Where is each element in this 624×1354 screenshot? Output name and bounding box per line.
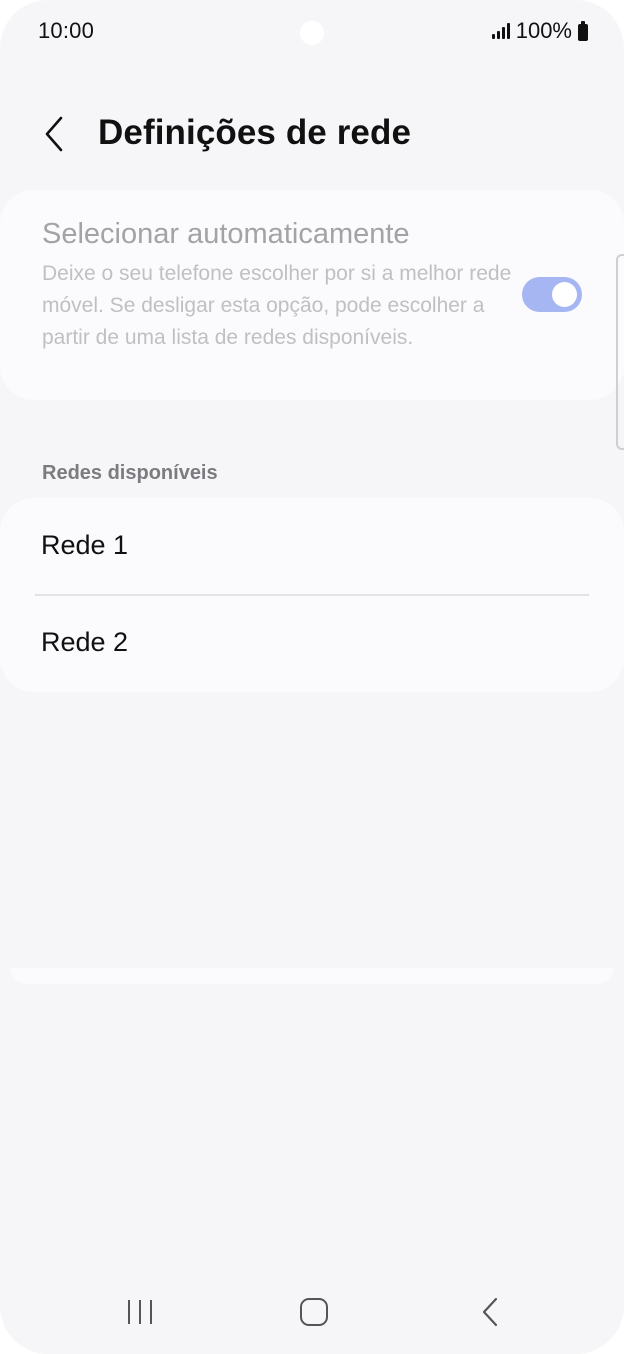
home-button[interactable] (274, 1280, 354, 1344)
phone-screen: 10:00 100% Definições de rede Selecionar… (0, 0, 624, 1354)
status-indicators: 100% (491, 18, 588, 44)
network-label: Rede 2 (41, 627, 129, 657)
status-time: 10:00 (38, 18, 95, 43)
front-camera (300, 21, 324, 45)
back-icon (482, 1297, 498, 1327)
battery-percentage: 100% (515, 18, 572, 43)
auto-select-title: Selecionar automaticamente (42, 218, 410, 250)
back-button[interactable] (30, 108, 78, 160)
chevron-left-icon (45, 116, 63, 152)
networks-list: Rede 1 Rede 2 (0, 498, 624, 692)
signal-icon (491, 23, 510, 39)
panel-edge (10, 968, 614, 984)
page-title: Definições de rede (98, 113, 412, 152)
network-item-1[interactable]: Rede 1 (0, 498, 624, 594)
recent-apps-icon (128, 1300, 152, 1324)
header: Definições de rede (0, 104, 624, 164)
toggle-knob (552, 282, 577, 307)
scroll-indicator[interactable] (616, 254, 624, 450)
nav-back-button[interactable] (450, 1280, 530, 1344)
network-label: Rede 1 (41, 530, 129, 560)
navigation-bar (0, 1280, 624, 1344)
auto-select-toggle[interactable] (522, 277, 582, 312)
recent-apps-button[interactable] (100, 1280, 180, 1344)
auto-select-description: Deixe o seu telefone escolher por si a m… (42, 262, 512, 349)
network-item-2[interactable]: Rede 2 (0, 595, 624, 691)
status-bar: 10:00 100% (0, 0, 624, 66)
section-title-networks: Redes disponíveis (42, 462, 218, 484)
home-icon (300, 1298, 328, 1326)
battery-icon (578, 20, 588, 41)
